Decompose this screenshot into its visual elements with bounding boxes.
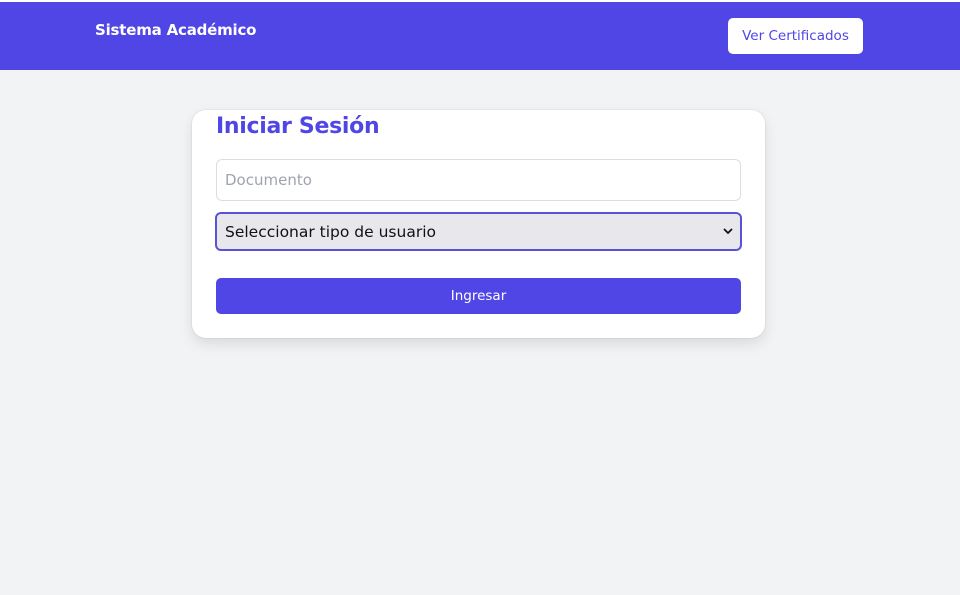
chevron-down-icon	[723, 228, 733, 234]
login-submit-button[interactable]: Ingresar	[216, 278, 741, 314]
view-certificates-button[interactable]: Ver Certificados	[728, 18, 863, 54]
document-input[interactable]	[216, 159, 741, 201]
brand-title: Sistema Académico	[95, 21, 257, 39]
login-card: Iniciar Sesión Seleccionar tipo de usuar…	[192, 110, 765, 338]
user-type-selected-value: Seleccionar tipo de usuario	[225, 222, 436, 241]
user-type-select[interactable]: Seleccionar tipo de usuario	[215, 212, 742, 251]
navbar: Sistema Académico Ver Certificados	[0, 2, 960, 70]
login-title: Iniciar Sesión	[216, 114, 380, 139]
